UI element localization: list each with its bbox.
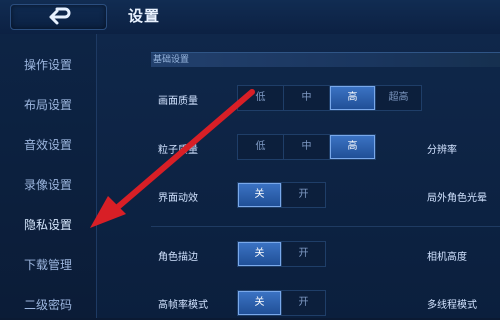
character-outline-off[interactable]: 关: [238, 242, 282, 266]
sidebar-item-secondary-password[interactable]: 二级密码: [0, 290, 96, 320]
graphics-quality-selector: 低 中 高 超高: [237, 85, 422, 111]
sidebar-item-recording[interactable]: 录像设置: [0, 170, 96, 200]
sidebar-item-download[interactable]: 下载管理: [0, 250, 96, 280]
sidebar-item-layout[interactable]: 布局设置: [0, 90, 96, 120]
camera-height-label: 相机高度: [427, 252, 467, 263]
resolution-label: 分辨率: [427, 145, 457, 156]
particle-quality-low[interactable]: 低: [238, 135, 284, 159]
section-header: 基础设置: [151, 52, 500, 67]
top-bar: 设置: [0, 0, 500, 35]
graphics-quality-medium[interactable]: 中: [284, 86, 330, 110]
sidebar-item-privacy[interactable]: 隐私设置: [0, 210, 96, 240]
high-fps-mode-label: 高帧率模式: [158, 300, 208, 311]
sidebar: 操作设置 布局设置 音效设置 录像设置 隐私设置 下载管理 二级密码: [0, 34, 97, 318]
multithread-mode-label: 多线程模式: [427, 300, 477, 311]
outer-character-glow-label: 局外角色光晕: [427, 193, 487, 204]
ui-animation-label: 界面动效: [158, 193, 198, 204]
row-divider: [151, 226, 500, 227]
graphics-quality-ultra[interactable]: 超高: [376, 86, 421, 110]
character-outline-toggle: 关 开: [237, 241, 326, 267]
high-fps-off[interactable]: 关: [238, 291, 282, 315]
page-title: 设置: [128, 7, 161, 25]
character-outline-on[interactable]: 开: [282, 242, 325, 266]
high-fps-on[interactable]: 开: [282, 291, 325, 315]
particle-quality-label: 粒子质量: [158, 145, 198, 156]
character-outline-label: 角色描边: [158, 252, 198, 263]
back-arrow-icon: [49, 7, 71, 25]
sidebar-item-audio[interactable]: 音效设置: [0, 130, 96, 160]
settings-panel: 基础设置 画面质量 低 中 高 超高 粒子质量 低 中 高 分辨率 界面动效 关…: [97, 34, 500, 318]
ui-animation-off[interactable]: 关: [238, 183, 282, 207]
ui-animation-on[interactable]: 开: [282, 183, 325, 207]
particle-quality-medium[interactable]: 中: [284, 135, 330, 159]
graphics-quality-label: 画面质量: [158, 96, 198, 107]
graphics-quality-high[interactable]: 高: [330, 86, 376, 110]
back-button[interactable]: [10, 4, 107, 30]
ui-animation-toggle: 关 开: [237, 182, 326, 208]
high-fps-mode-toggle: 关 开: [237, 290, 326, 316]
particle-quality-selector: 低 中 高: [237, 134, 376, 160]
particle-quality-high[interactable]: 高: [330, 135, 375, 159]
graphics-quality-low[interactable]: 低: [238, 86, 284, 110]
sidebar-item-operation[interactable]: 操作设置: [0, 50, 96, 80]
